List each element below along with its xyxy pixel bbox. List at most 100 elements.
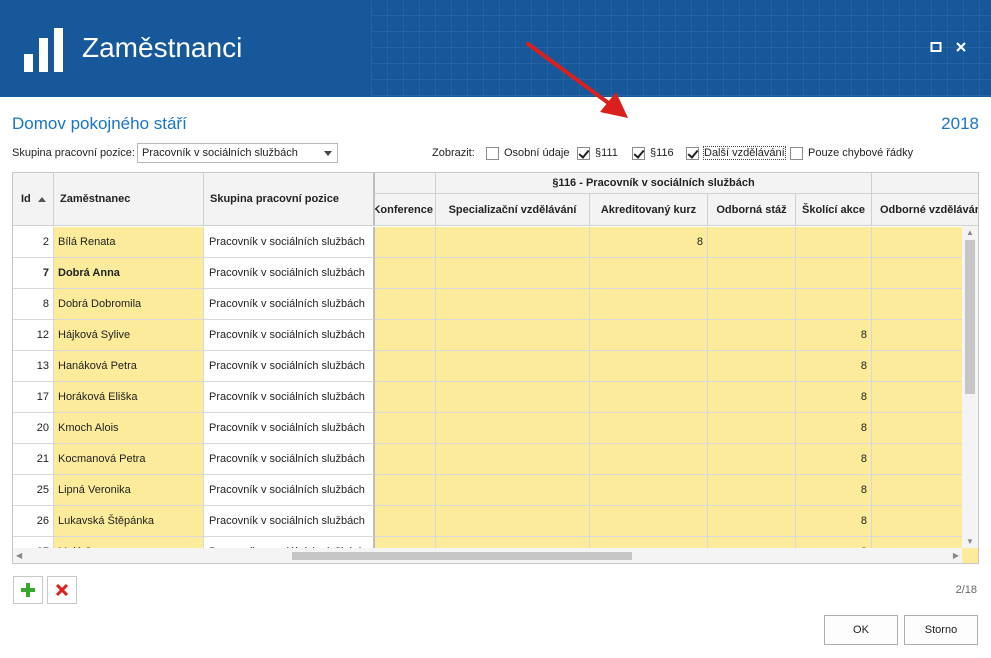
table-cell-name[interactable]: Kocmanová Petra — [54, 444, 204, 475]
table-cell-conference[interactable] — [375, 289, 436, 320]
checkbox-box[interactable] — [790, 146, 803, 160]
table-cell-specialization[interactable] — [436, 444, 590, 475]
table-cell-accredited[interactable] — [590, 413, 708, 444]
table-cell-group[interactable]: Pracovník v sociálních službách — [204, 444, 375, 475]
column-header-internship[interactable]: Odborná stáž — [708, 194, 796, 226]
table-cell-group[interactable]: Pracovník v sociálních službách — [204, 413, 375, 444]
ok-button[interactable]: OK — [824, 615, 898, 645]
table-cell-group[interactable]: Pracovník v sociálních službách — [204, 506, 375, 537]
table-cell-id[interactable]: 2 — [13, 227, 54, 258]
table-cell-internship[interactable] — [708, 382, 796, 413]
table-cell-specialization[interactable] — [436, 289, 590, 320]
table-cell-conference[interactable] — [375, 351, 436, 382]
delete-button[interactable] — [47, 576, 77, 604]
column-header-conference[interactable]: Konference — [375, 194, 436, 226]
table-cell-training[interactable] — [796, 258, 872, 289]
checkbox-personal-data[interactable]: Osobní údaje — [486, 146, 569, 160]
checkbox-box[interactable] — [686, 146, 699, 160]
table-cell-name[interactable]: Horáková Eliška — [54, 382, 204, 413]
scroll-down-icon[interactable]: ▼ — [966, 537, 974, 546]
table-cell-training[interactable]: 8 — [796, 413, 872, 444]
table-cell-id[interactable]: 8 — [13, 289, 54, 320]
column-header-accredited[interactable]: Akreditovaný kurz — [590, 194, 708, 226]
table-cell-name[interactable]: Hájková Sylive — [54, 320, 204, 351]
table-cell-accredited[interactable] — [590, 289, 708, 320]
column-header-professional[interactable]: Odborné vzdělávání — [872, 194, 978, 226]
table-cell-id[interactable]: 26 — [13, 506, 54, 537]
cancel-button[interactable]: Storno — [904, 615, 978, 645]
table-cell-training[interactable]: 8 — [796, 382, 872, 413]
table-cell-name[interactable]: Dobrá Anna — [54, 258, 204, 289]
table-cell-name[interactable]: Bílá Renata — [54, 227, 204, 258]
column-header-training[interactable]: Školící akce — [796, 194, 872, 226]
table-cell-specialization[interactable] — [436, 506, 590, 537]
checkbox-error-rows-only[interactable]: Pouze chybové řádky — [790, 146, 913, 160]
group-select[interactable]: Pracovník v sociálních službách — [137, 143, 338, 163]
table-cell-accredited[interactable] — [590, 258, 708, 289]
checkbox-further-education[interactable]: Další vzdělávání — [686, 146, 786, 160]
table-cell-internship[interactable] — [708, 227, 796, 258]
table-cell-specialization[interactable] — [436, 413, 590, 444]
scroll-right-icon[interactable]: ▶ — [953, 551, 959, 560]
table-cell-training[interactable] — [796, 227, 872, 258]
checkbox-box[interactable] — [486, 146, 499, 160]
table-cell-conference[interactable] — [375, 506, 436, 537]
table-cell-group[interactable]: Pracovník v sociálních službách — [204, 475, 375, 506]
table-cell-accredited[interactable]: 8 — [590, 227, 708, 258]
table-cell-internship[interactable] — [708, 258, 796, 289]
table-cell-name[interactable]: Kmoch Alois — [54, 413, 204, 444]
table-cell-internship[interactable] — [708, 289, 796, 320]
checkbox-box[interactable] — [577, 146, 590, 160]
table-cell-specialization[interactable] — [436, 320, 590, 351]
scroll-left-icon[interactable]: ◀ — [16, 551, 22, 560]
table-cell-conference[interactable] — [375, 444, 436, 475]
checkbox-116[interactable]: §116 — [632, 146, 674, 160]
table-cell-name[interactable]: Hanáková Petra — [54, 351, 204, 382]
table-cell-group[interactable]: Pracovník v sociálních službách — [204, 382, 375, 413]
table-cell-specialization[interactable] — [436, 351, 590, 382]
table-cell-training[interactable] — [796, 289, 872, 320]
vertical-scroll-thumb[interactable] — [965, 240, 975, 394]
table-cell-id[interactable]: 17 — [13, 382, 54, 413]
checkbox-111[interactable]: §111 — [577, 146, 618, 160]
close-button[interactable] — [953, 40, 969, 56]
table-cell-group[interactable]: Pracovník v sociálních službách — [204, 227, 375, 258]
table-cell-name[interactable]: Dobrá Dobromila — [54, 289, 204, 320]
table-cell-conference[interactable] — [375, 475, 436, 506]
table-cell-id[interactable]: 13 — [13, 351, 54, 382]
scroll-up-icon[interactable]: ▲ — [966, 228, 974, 237]
table-cell-internship[interactable] — [708, 444, 796, 475]
table-cell-conference[interactable] — [375, 227, 436, 258]
table-cell-accredited[interactable] — [590, 475, 708, 506]
table-cell-id[interactable]: 21 — [13, 444, 54, 475]
table-cell-name[interactable]: Lukavská Štěpánka — [54, 506, 204, 537]
employees-grid[interactable]: Id Zaměstnanec Skupina pracovní pozice §… — [12, 172, 979, 564]
table-cell-internship[interactable] — [708, 413, 796, 444]
table-cell-training[interactable]: 8 — [796, 320, 872, 351]
table-cell-id[interactable]: 7 — [13, 258, 54, 289]
horizontal-scroll-thumb[interactable] — [292, 552, 632, 560]
table-cell-group[interactable]: Pracovník v sociálních službách — [204, 351, 375, 382]
table-cell-training[interactable]: 8 — [796, 475, 872, 506]
table-cell-training[interactable]: 8 — [796, 351, 872, 382]
table-cell-accredited[interactable] — [590, 382, 708, 413]
table-cell-accredited[interactable] — [590, 351, 708, 382]
table-cell-specialization[interactable] — [436, 227, 590, 258]
table-cell-name[interactable]: Lipná Veronika — [54, 475, 204, 506]
table-cell-internship[interactable] — [708, 351, 796, 382]
column-header-group[interactable]: Skupina pracovní pozice — [204, 173, 375, 226]
table-cell-training[interactable]: 8 — [796, 506, 872, 537]
maximize-button[interactable] — [928, 40, 944, 56]
table-cell-conference[interactable] — [375, 258, 436, 289]
table-cell-conference[interactable] — [375, 413, 436, 444]
checkbox-box[interactable] — [632, 146, 645, 160]
table-cell-specialization[interactable] — [436, 475, 590, 506]
column-header-id[interactable]: Id — [13, 173, 54, 226]
table-cell-specialization[interactable] — [436, 382, 590, 413]
table-cell-id[interactable]: 12 — [13, 320, 54, 351]
table-cell-id[interactable]: 20 — [13, 413, 54, 444]
table-cell-conference[interactable] — [375, 382, 436, 413]
column-header-employee[interactable]: Zaměstnanec — [54, 173, 204, 226]
table-cell-group[interactable]: Pracovník v sociálních službách — [204, 320, 375, 351]
table-cell-specialization[interactable] — [436, 258, 590, 289]
